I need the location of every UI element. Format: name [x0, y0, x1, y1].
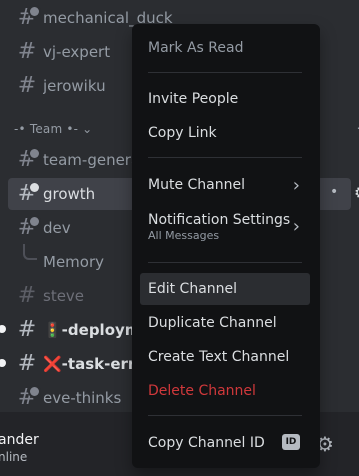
menu-label: Create Text Channel	[148, 349, 290, 365]
notification-settings-item[interactable]: Notification Settings All Messages ›	[140, 204, 310, 248]
edit-channel-item[interactable]: Edit Channel	[140, 273, 310, 305]
menu-label: Edit Channel	[148, 281, 238, 297]
thread-dot-icon	[30, 7, 39, 16]
channel-name: team-general	[43, 151, 133, 169]
unread-indicator	[0, 359, 6, 367]
unread-indicator	[0, 325, 6, 333]
thread-dot-icon	[30, 183, 39, 192]
menu-label: Duplicate Channel	[148, 315, 277, 331]
channel-name: growth	[43, 185, 96, 203]
hash-icon: #	[17, 351, 37, 376]
copy-link-item[interactable]: Copy Link	[140, 117, 310, 149]
menu-label: Copy Link	[148, 125, 217, 141]
channel-name: jerowiku	[43, 77, 106, 95]
channel-name: 🚦-deployments	[43, 321, 133, 339]
mark-as-read-item[interactable]: Mark As Read	[140, 32, 310, 64]
menu-divider	[148, 157, 302, 158]
hash-icon: #	[17, 283, 37, 308]
hash-icon: #	[17, 39, 37, 64]
id-icon: ID	[282, 434, 300, 450]
username: ander	[0, 432, 39, 448]
channel-name: steve	[43, 287, 85, 305]
delete-channel-item[interactable]: Delete Channel	[140, 375, 310, 407]
menu-divider	[148, 415, 302, 416]
gear-icon[interactable]: ⚙	[354, 183, 359, 202]
channel-name: eve-thinks	[43, 389, 122, 407]
thread-dot-icon	[30, 217, 39, 226]
thread-dot-icon	[30, 387, 39, 396]
channel-name: ❌-task-errors	[43, 355, 133, 373]
menu-label: Mark As Read	[148, 40, 244, 56]
menu-label: Copy Channel ID	[148, 435, 265, 451]
invite-icon[interactable]: •	[330, 184, 338, 200]
menu-label: Notification Settings	[148, 212, 291, 228]
hash-icon: #	[17, 73, 37, 98]
hash-icon: #	[17, 317, 37, 342]
channel-context-menu: Mark As Read Invite People Copy Link Mut…	[132, 24, 320, 468]
create-text-channel-item[interactable]: Create Text Channel	[140, 341, 310, 373]
chevron-right-icon: ›	[292, 216, 300, 237]
chevron-right-icon: ›	[292, 175, 300, 196]
channel-name: vj-expert	[43, 43, 111, 61]
menu-label: Invite People	[148, 91, 239, 107]
mute-channel-item[interactable]: Mute Channel ›	[140, 169, 310, 201]
channel-name: dev	[43, 219, 71, 237]
duplicate-channel-item[interactable]: Duplicate Channel	[140, 307, 310, 339]
thread-name: Memory	[43, 253, 105, 271]
category-team[interactable]: -• Team •- ⌄	[14, 122, 92, 136]
menu-divider	[148, 72, 302, 73]
copy-channel-id-item[interactable]: Copy Channel ID ID	[140, 427, 310, 459]
menu-label: Delete Channel	[148, 383, 256, 399]
menu-label: Mute Channel	[148, 177, 245, 193]
invite-people-item[interactable]: Invite People	[140, 83, 310, 115]
notification-setting-value: All Messages	[148, 229, 220, 242]
thread-dot-icon	[30, 149, 39, 158]
user-status: nline	[0, 450, 28, 464]
menu-divider	[148, 262, 302, 263]
